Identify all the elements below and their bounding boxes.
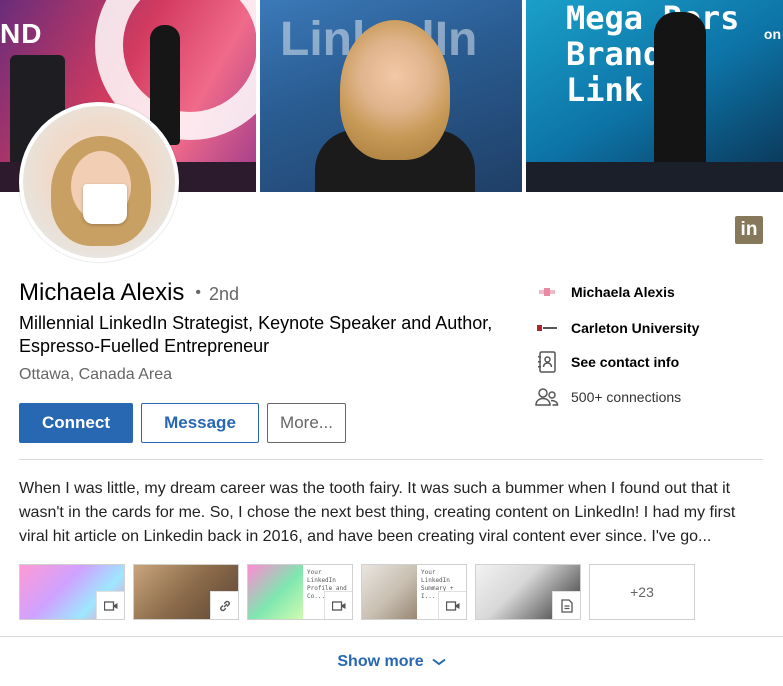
- document-icon: [552, 591, 580, 619]
- school-logo-icon: [534, 316, 560, 340]
- show-more-bar: Show more: [0, 636, 783, 686]
- media-tile-link[interactable]: [133, 564, 239, 620]
- more-actions-button[interactable]: More...: [267, 403, 346, 443]
- video-icon: [438, 591, 466, 619]
- connections-count: 500+ connections: [571, 389, 682, 405]
- section-divider: [19, 459, 763, 460]
- media-thumbnail: [362, 565, 424, 619]
- banner-photo-portrait: LinkedIn: [260, 0, 522, 192]
- contact-info-label: See contact info: [571, 354, 680, 370]
- company-logo-icon: [534, 280, 560, 304]
- profile-headline: Millennial LinkedIn Strategist, Keynote …: [19, 313, 493, 356]
- message-button[interactable]: Message: [141, 403, 259, 443]
- education-link[interactable]: Carleton University: [534, 316, 699, 340]
- current-company-label: Michaela Alexis: [571, 284, 675, 300]
- connections-link[interactable]: 500+ connections: [534, 385, 681, 409]
- degree-separator: •: [195, 284, 202, 301]
- connection-degree: 2nd: [209, 284, 240, 304]
- linkedin-icon[interactable]: in: [735, 216, 763, 244]
- media-thumbnail: [248, 565, 310, 619]
- link-icon: [210, 591, 238, 619]
- profile-avatar[interactable]: [19, 102, 179, 262]
- video-icon: [324, 591, 352, 619]
- media-tile-video[interactable]: [19, 564, 125, 620]
- more-media-button[interactable]: +23: [589, 564, 695, 620]
- media-tile-video[interactable]: Your LinkedIn Profile and Co... Ph...: [247, 564, 353, 620]
- connect-button[interactable]: Connect: [19, 403, 133, 443]
- profile-summary[interactable]: When I was little, my dream career was t…: [19, 477, 767, 549]
- banner-photo-text: ND: [0, 18, 43, 49]
- contact-info-link[interactable]: See contact info: [534, 350, 679, 374]
- banner-photo-text: Mega Pers Brand n Link: [566, 0, 740, 109]
- current-company-link[interactable]: Michaela Alexis: [534, 280, 675, 304]
- profile-location: Ottawa, Canada Area: [19, 366, 172, 383]
- connections-icon: [534, 385, 560, 409]
- profile-name-row: Michaela Alexis • 2nd: [19, 279, 239, 307]
- profile-name: Michaela Alexis: [19, 279, 185, 306]
- contact-card-icon: [534, 350, 560, 374]
- show-more-button[interactable]: Show more: [337, 652, 446, 671]
- chevron-down-icon: [432, 653, 446, 671]
- banner-photo-text-side: on: [763, 26, 781, 42]
- show-more-label: Show more: [337, 652, 424, 670]
- banner-photo-keynote: Mega Pers Brand n Link on: [526, 0, 783, 192]
- video-icon: [96, 591, 124, 619]
- education-label: Carleton University: [571, 320, 700, 336]
- summary-media-strip: Your LinkedIn Profile and Co... Ph... Yo…: [19, 564, 695, 620]
- media-tile-document[interactable]: [475, 564, 581, 620]
- media-tile-video[interactable]: Your LinkedIn Summary + I... Tip...: [361, 564, 467, 620]
